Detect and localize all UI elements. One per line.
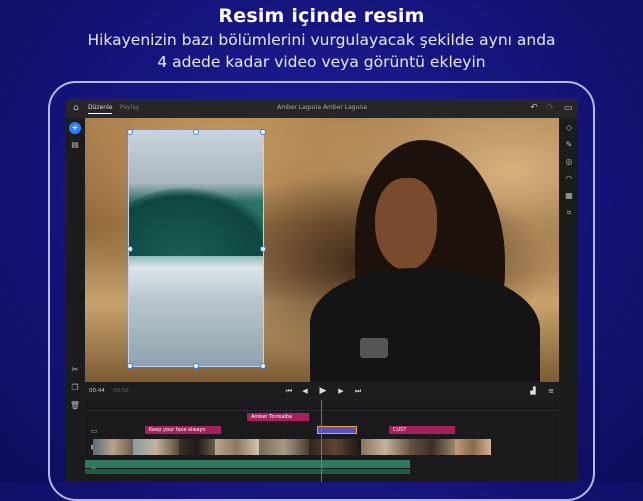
top-bar: ⌂ Düzenle Paylaş Amber Laguna Amber Lagu… (66, 99, 578, 119)
media-library-icon[interactable]: ▤ (69, 139, 81, 151)
skip-end-icon[interactable]: ⏭ (352, 385, 364, 397)
resize-handle-l[interactable] (127, 246, 133, 252)
ocean-wave (129, 186, 263, 256)
video-clip[interactable] (361, 439, 409, 455)
video-clip[interactable] (215, 439, 259, 455)
current-time: 00:44 (89, 388, 105, 394)
crop-icon[interactable]: ⌗ (563, 207, 575, 219)
picture-in-picture-overlay[interactable] (128, 130, 264, 367)
video-preview[interactable] (85, 118, 559, 382)
add-media-icon[interactable]: + (69, 122, 81, 134)
speed-icon[interactable]: ◠ (563, 173, 575, 185)
play-icon[interactable]: ▶ (317, 385, 329, 397)
video-clip[interactable] (455, 439, 491, 455)
title-clip[interactable]: Amber Torrealba (247, 413, 309, 421)
undo-icon[interactable]: ↶ (528, 102, 540, 114)
playback-bar: 00:44 00:56 ⏮ ◀ ▶ ▶ ⏭ ▟ ≡ (85, 382, 559, 400)
resize-handle-r[interactable] (260, 246, 266, 252)
title-track-icon: ▭ (90, 427, 98, 435)
audio-track-secondary[interactable] (85, 469, 410, 474)
video-clip[interactable] (409, 439, 455, 455)
layout-icon[interactable]: ▦ (563, 190, 575, 202)
video-clip[interactable] (259, 439, 309, 455)
video-clip[interactable] (93, 439, 133, 455)
preview-camera (360, 338, 388, 358)
preview-subject-body (310, 268, 540, 382)
video-clip[interactable] (133, 439, 179, 455)
project-title: Amber Laguna Amber Laguna (277, 104, 367, 111)
resize-handle-b[interactable] (193, 363, 199, 369)
left-toolbar: + ▤ ✂ ❐ 🗑 (66, 118, 84, 482)
resize-handle-br[interactable] (260, 363, 266, 369)
resize-handle-tl[interactable] (127, 129, 133, 135)
total-time: 00:56 (113, 388, 129, 394)
audio-track[interactable] (85, 460, 410, 468)
step-forward-icon[interactable]: ▶ (335, 385, 347, 397)
headline-subtitle-line-1: Hikayenizin bazı bölümlerini vurgulayaca… (87, 31, 556, 49)
redo-icon[interactable]: ↷ (544, 102, 556, 114)
timeline-ruler (85, 400, 559, 411)
resize-handle-bl[interactable] (127, 363, 133, 369)
selected-overlay-clip[interactable] (317, 426, 357, 434)
resize-handle-tr[interactable] (260, 129, 266, 135)
color-icon[interactable]: ◎ (563, 156, 575, 168)
menu-icon[interactable]: ≡ (545, 385, 557, 397)
color-picker-icon[interactable]: ✎ (563, 139, 575, 151)
right-toolbar: ◇ ✎ ◎ ◠ ▦ ⌗ (560, 118, 578, 482)
fullscreen-icon[interactable]: ▟ (527, 385, 539, 397)
skip-start-icon[interactable]: ⏮ (283, 385, 295, 397)
title-clip[interactable]: CUST (389, 426, 455, 434)
comment-icon[interactable]: ▭ (562, 102, 574, 114)
headline-title: Resim içinde resim (218, 5, 425, 27)
title-clip[interactable]: Keep your face always (145, 426, 221, 434)
shape-icon[interactable]: ◇ (563, 122, 575, 134)
timeline[interactable]: ▭ ▶ ♫ Amber Torrealba Keep your face alw… (85, 400, 559, 482)
app-screen: ⌂ Düzenle Paylaş Amber Laguna Amber Lagu… (66, 99, 578, 482)
duplicate-icon[interactable]: ❐ (69, 382, 81, 394)
step-back-icon[interactable]: ◀ (299, 385, 311, 397)
preview-subject-face (375, 178, 437, 270)
resize-handle-t[interactable] (193, 129, 199, 135)
delete-icon[interactable]: 🗑 (69, 400, 81, 412)
video-clip[interactable] (309, 439, 361, 455)
split-icon[interactable]: ✂ (69, 364, 81, 376)
video-clip[interactable] (179, 439, 215, 455)
headline-subtitle-line-2: 4 adede kadar video veya görüntü ekleyin (157, 53, 486, 71)
playhead[interactable] (321, 400, 322, 482)
